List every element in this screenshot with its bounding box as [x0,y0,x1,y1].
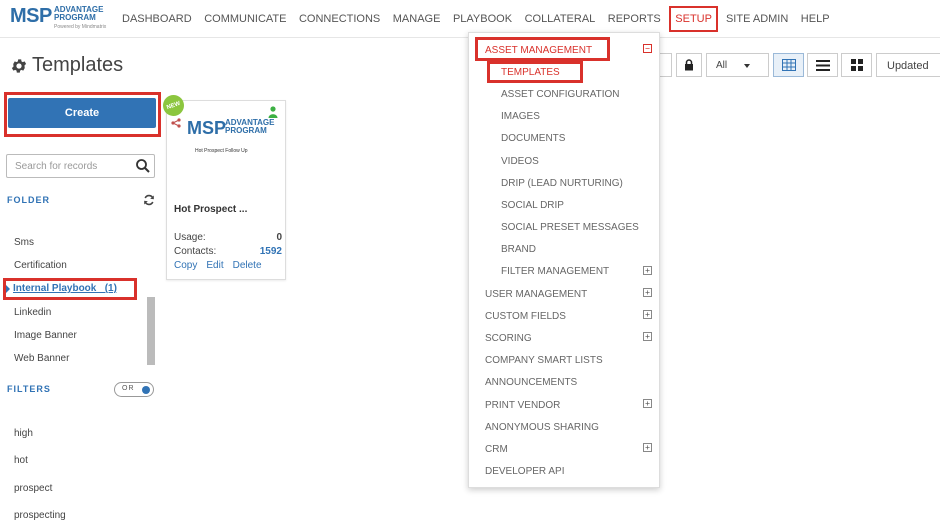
lock-button[interactable] [676,53,702,77]
thumbnail-logo-sub: ADVANTAGE PROGRAM [225,119,274,135]
thumbnail-subtitle: Hot Prospect Follow Up [195,148,248,154]
menu-company-smart-lists[interactable]: COMPANY SMART LISTS [485,355,603,366]
filters-section-title: FILTERS [7,384,51,394]
menu-announcements[interactable]: ANNOUNCEMENTS [485,377,577,388]
menu-anonymous-sharing[interactable]: ANONYMOUS SHARING [485,422,599,433]
search-icon[interactable] [135,158,151,174]
expand-icon[interactable]: + [643,288,652,297]
sort-select[interactable]: Updated [876,53,940,77]
edit-link[interactable]: Edit [206,260,223,271]
refresh-icon[interactable] [143,194,155,206]
menu-asset-configuration[interactable]: ASSET CONFIGURATION [501,89,620,100]
folder-item-internal-playbook-label: Internal Playbook (1) [13,283,117,294]
filter-item-prospecting[interactable]: prospecting [14,510,66,521]
search-input[interactable] [7,155,127,177]
create-button[interactable]: Create [8,98,156,128]
gear-icon [11,58,27,73]
collapse-icon[interactable]: − [643,44,652,53]
menu-custom-fields[interactable]: CUSTOM FIELDS [485,311,566,322]
lock-icon [685,59,693,71]
menu-filter-management[interactable]: FILTER MANAGEMENT [501,266,609,277]
folder-item-linkedin[interactable]: Linkedin [14,307,51,318]
folder-item-sms[interactable]: Sms [14,237,34,248]
folder-item-certification[interactable]: Certification [14,260,67,271]
folder-item-internal-playbook[interactable]: Internal Playbook (1) [6,283,117,294]
or-toggle[interactable]: OR [114,382,154,397]
menu-brand[interactable]: BRAND [501,244,536,255]
menu-asset-management[interactable]: ASSET MANAGEMENT [485,45,592,56]
menu-templates[interactable]: TEMPLATES [501,67,560,78]
copy-link[interactable]: Copy [174,260,197,271]
nav-playbook[interactable]: PLAYBOOK [453,13,512,25]
menu-images[interactable]: IMAGES [501,111,540,122]
logo-main-text: MSP [10,5,52,27]
thumbnail-logo-line2: PROGRAM [225,126,267,135]
logo-line2: PROGRAM [54,13,96,22]
setup-dropdown-menu [468,32,660,488]
folder-scrollbar[interactable] [147,297,155,365]
msp-advantage-logo[interactable]: MSP ADVANTAGE PROGRAM Powered by Mindmatr… [10,5,130,33]
caret-right-icon [6,284,10,293]
usage-label: Usage: [174,232,206,243]
nav-help[interactable]: HELP [801,13,830,25]
nav-communicate[interactable]: COMMUNICATE [204,13,286,25]
thumbnail-logo-main: MSP [187,118,227,138]
folder-section-title: FOLDER [7,195,50,205]
toggle-knob [142,386,150,394]
filter-item-hot[interactable]: hot [14,455,28,466]
expand-icon[interactable]: + [643,443,652,452]
nav-collateral[interactable]: COLLATERAL [525,13,596,25]
tile-view-icon [850,59,863,71]
menu-crm[interactable]: CRM [485,444,508,455]
nav-reports[interactable]: REPORTS [608,13,661,25]
menu-social-drip[interactable]: SOCIAL DRIP [501,200,564,211]
menu-print-vendor[interactable]: PRINT VENDOR [485,400,560,411]
logo-subtext: ADVANTAGE PROGRAM [54,6,103,22]
menu-videos[interactable]: VIDEOS [501,156,539,167]
tile-view-button[interactable] [841,53,872,77]
expand-icon[interactable]: + [643,399,652,408]
delete-link[interactable]: Delete [233,260,262,271]
list-view-button[interactable] [807,53,838,77]
template-card-title[interactable]: Hot Prospect ... [174,204,247,215]
expand-icon[interactable]: + [643,266,652,275]
contacts-label: Contacts: [174,246,217,257]
expand-icon[interactable]: + [643,310,652,319]
menu-scoring[interactable]: SCORING [485,333,532,344]
grid-view-button[interactable] [773,53,804,77]
list-view-icon [815,59,830,71]
filter-item-prospect[interactable]: prospect [14,483,52,494]
contacts-row: Contacts: 1592 [174,246,282,257]
visibility-filter-select[interactable]: All [706,53,769,77]
nav-site-admin[interactable]: SITE ADMIN [726,13,788,25]
logo-powered-by: Powered by Mindmatrix [54,24,107,30]
contacts-value[interactable]: 1592 [260,246,282,257]
page-title: Templates [10,54,123,77]
usage-value: 0 [276,232,282,243]
chevron-down-icon [744,64,750,68]
page-title-text: Templates [32,54,124,76]
search-box [6,154,155,178]
nav-setup[interactable]: SETUP [669,6,718,32]
template-thumbnail[interactable]: MSP ADVANTAGE PROGRAM Hot Prospect Follow… [187,110,274,170]
filter-item-high[interactable]: high [14,428,33,439]
visibility-filter-value: All [716,60,728,71]
menu-developer-api[interactable]: DEVELOPER API [485,466,564,477]
card-actions: Copy Edit Delete [174,260,262,271]
nav-dashboard[interactable]: DASHBOARD [122,13,192,25]
nav-connections[interactable]: CONNECTIONS [299,13,380,25]
menu-drip-lead-nurturing[interactable]: DRIP (LEAD NURTURING) [501,178,623,189]
menu-documents[interactable]: DOCUMENTS [501,133,565,144]
share-icon[interactable] [171,118,181,128]
menu-user-management[interactable]: USER MANAGEMENT [485,289,587,300]
folder-item-web-banner[interactable]: Web Banner [14,353,69,364]
expand-icon[interactable]: + [643,332,652,341]
usage-row: Usage: 0 [174,232,282,243]
or-toggle-label: OR [122,385,135,392]
folder-item-image-banner[interactable]: Image Banner [14,330,77,341]
nav-manage[interactable]: MANAGE [393,13,441,25]
grid-view-icon [781,59,796,71]
user-icon [268,106,278,118]
menu-social-preset-messages[interactable]: SOCIAL PRESET MESSAGES [501,222,639,233]
